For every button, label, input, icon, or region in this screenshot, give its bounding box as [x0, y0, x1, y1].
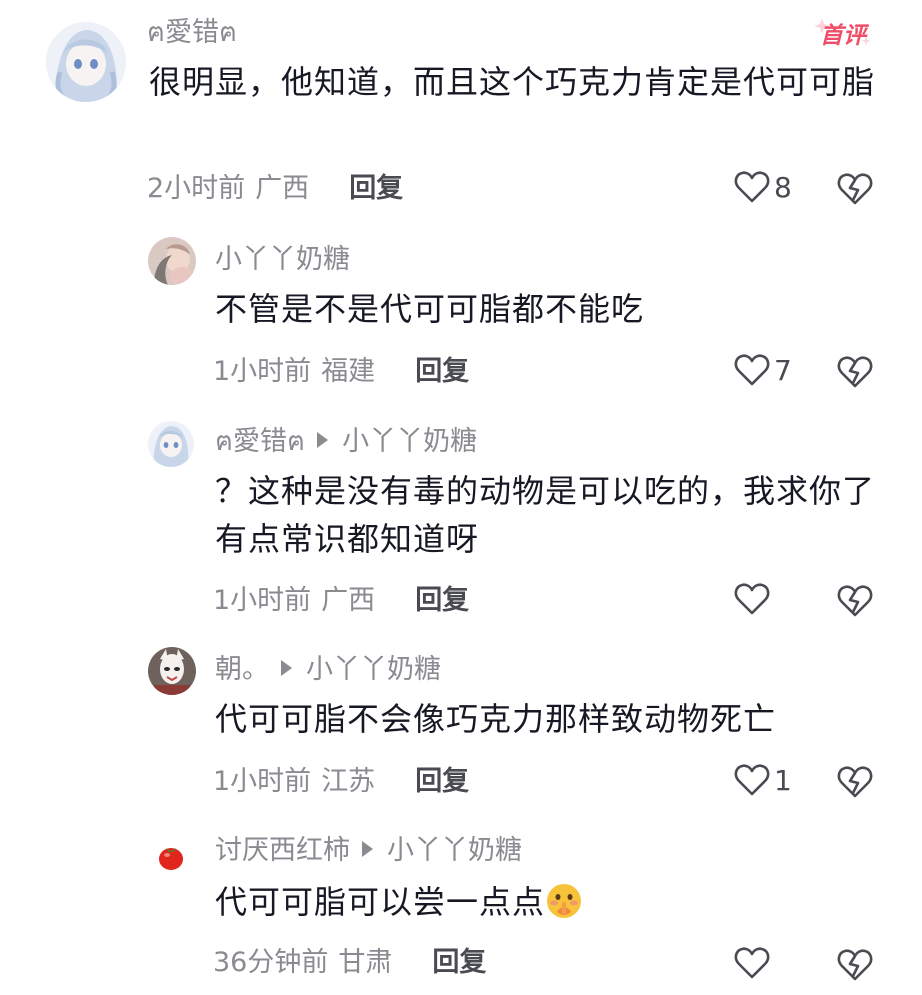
comment-meta: 1小时前 福建 回复 — [213, 355, 469, 389]
like-count: 8 — [774, 170, 792, 204]
comment-3: ฅ愛错ฅ 小丫丫奶糖 ？这种是没有毒的动物是可以吃的，我求你了有点常识都知道呀 1… — [0, 415, 922, 630]
like-button[interactable] — [734, 946, 774, 980]
comment-text: 代可可脂可以尝一点点 — [215, 878, 875, 926]
like-button[interactable]: 8 — [734, 170, 792, 204]
avatar[interactable] — [156, 842, 186, 872]
heart-icon — [734, 354, 770, 386]
first-comment-badge: 首评 — [812, 14, 874, 50]
reply-to-username: 小丫丫奶糖 — [387, 835, 522, 866]
broken-heart-icon — [837, 585, 873, 617]
badge-label: 首评 — [820, 23, 866, 49]
reply-button[interactable]: 回复 — [349, 173, 403, 204]
username-text: 讨厌西红柿 — [215, 835, 350, 866]
like-count: 7 — [774, 353, 792, 387]
dislike-button[interactable] — [836, 948, 874, 986]
comment-location: 福建 — [321, 356, 376, 387]
dislike-button[interactable] — [836, 172, 874, 210]
anime-girl-avatar-icon — [148, 421, 194, 467]
broken-heart-icon — [837, 766, 873, 798]
comment-time: 1小时前 — [213, 585, 312, 616]
comment-time: 1小时前 — [213, 356, 312, 387]
comment-time: 1小时前 — [213, 766, 312, 797]
comment-5: 讨厌西红柿 小丫丫奶糖 代可可脂可以尝一点点 36分钟前 甘肃 回复 — [0, 826, 922, 995]
reply-to-username: 小丫丫奶糖 — [306, 654, 441, 685]
heart-icon — [734, 583, 770, 615]
reply-button[interactable]: 回复 — [432, 947, 486, 978]
like-button[interactable] — [734, 582, 774, 616]
comment-location: 江苏 — [321, 766, 376, 797]
dislike-button[interactable] — [836, 765, 874, 803]
username-text: ฅ愛错ฅ — [215, 426, 306, 457]
comment-username[interactable]: ฅ愛错ฅ — [147, 16, 237, 50]
comment-location: 广西 — [255, 173, 310, 204]
comment-time: 36分钟前 — [213, 947, 329, 978]
comment-username[interactable]: 小丫丫奶糖 — [215, 243, 350, 277]
broken-heart-icon — [837, 949, 873, 981]
comment-text-body: 代可可脂可以尝一点点 — [215, 883, 546, 921]
comment-meta: 36分钟前 甘肃 回复 — [213, 946, 486, 980]
heart-icon — [734, 764, 770, 796]
reply-arrow-icon — [362, 841, 373, 857]
comment-username[interactable]: 讨厌西红柿 小丫丫奶糖 — [215, 834, 522, 868]
like-count: 1 — [774, 763, 792, 797]
username-text: 朝。 — [215, 654, 269, 685]
reply-to-username: 小丫丫奶糖 — [342, 426, 478, 457]
comment-username[interactable]: ฅ愛错ฅ 小丫丫奶糖 — [215, 425, 477, 459]
broken-heart-icon — [837, 356, 873, 388]
heart-icon — [734, 171, 770, 203]
tomato-avatar-icon — [159, 848, 183, 870]
shushing-face-emoji-icon — [547, 884, 582, 918]
like-button[interactable]: 7 — [734, 353, 792, 387]
reply-button[interactable]: 回复 — [415, 585, 469, 616]
username-text: ฅ愛错ฅ — [147, 17, 238, 48]
reply-button[interactable]: 回复 — [415, 356, 469, 387]
avatar[interactable] — [46, 22, 126, 102]
broken-heart-icon — [837, 173, 873, 205]
dislike-button[interactable] — [836, 355, 874, 393]
comment-meta: 1小时前 江苏 回复 — [213, 765, 469, 799]
avatar[interactable] — [148, 421, 194, 467]
comment-4: 朝。 小丫丫奶糖 代可可脂不会像巧克力那样致动物死亡 1小时前 江苏 回复 1 — [0, 643, 922, 813]
comment-meta: 1小时前 广西 回复 — [213, 584, 469, 618]
anime-girl-avatar-icon — [46, 22, 126, 102]
comment-text: 很明显，他知道，而且这个巧克力肯定是代可可脂 — [149, 63, 876, 101]
comment-1: ฅ愛错ฅ 首评 很明显，他知道，而且这个巧克力肯定是代可可脂 2小时前 广西 回复 … — [0, 0, 922, 215]
comment-text: ？这种是没有毒的动物是可以吃的，我求你了有点常识都知道呀 — [215, 472, 876, 558]
avatar[interactable] — [148, 647, 196, 695]
comment-username[interactable]: 朝。 小丫丫奶糖 — [215, 653, 441, 687]
person-photo-avatar-icon — [148, 237, 196, 285]
comment-2: 小丫丫奶糖 不管是不是代可可脂都不能吃 1小时前 福建 回复 7 — [0, 225, 922, 400]
comment-location: 甘肃 — [338, 947, 393, 978]
comment-time: 2小时前 — [147, 173, 246, 204]
dislike-button[interactable] — [836, 584, 874, 622]
comment-location: 广西 — [321, 585, 376, 616]
reply-arrow-icon — [281, 660, 292, 676]
masked-figure-avatar-icon — [148, 647, 196, 695]
comment-text: 不管是不是代可可脂都不能吃 — [215, 290, 645, 328]
comment-meta: 2小时前 广西 回复 — [147, 172, 403, 206]
reply-button[interactable]: 回复 — [415, 766, 469, 797]
username-text: 小丫丫奶糖 — [215, 244, 350, 275]
heart-icon — [734, 947, 770, 979]
like-button[interactable]: 1 — [734, 763, 792, 797]
reply-arrow-icon — [317, 432, 329, 448]
comment-text: 代可可脂不会像巧克力那样致动物死亡 — [215, 700, 777, 738]
avatar[interactable] — [148, 237, 196, 285]
